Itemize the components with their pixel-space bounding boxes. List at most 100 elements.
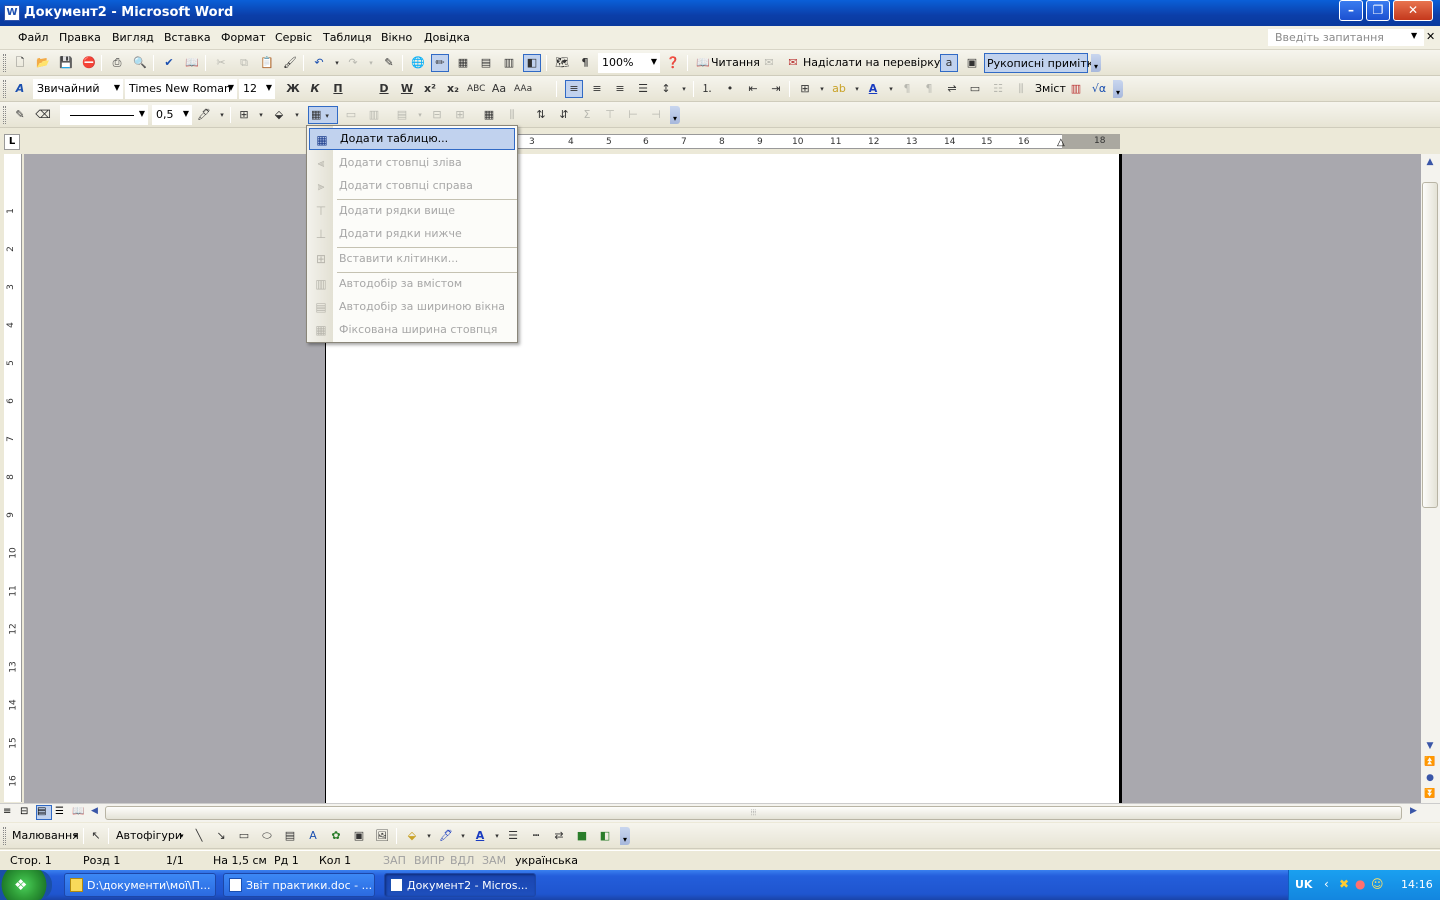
menu-insert-cells[interactable]: ⊞ Вставити клітинки... xyxy=(309,248,515,270)
insert-excel-icon[interactable]: ▤ xyxy=(477,54,495,72)
minimize-button[interactable]: – xyxy=(1339,0,1363,21)
print-layout-icon[interactable]: ▤ xyxy=(36,805,52,820)
right-indent-marker-icon[interactable]: △ xyxy=(1057,137,1065,148)
oval-icon[interactable]: ⬭ xyxy=(258,827,276,845)
taskbar-item-explorer[interactable]: D:\документи\мої\П... xyxy=(64,873,216,897)
align-cell-icon[interactable]: ▤ xyxy=(393,106,411,124)
clock[interactable]: 14:16 xyxy=(1401,878,1433,891)
align-cell-dropdown-icon[interactable]: ▾ xyxy=(411,106,429,124)
sort-desc-icon[interactable]: ⇵ xyxy=(555,106,573,124)
vertical-scroll-thumb[interactable] xyxy=(1422,182,1438,508)
all-caps-icon[interactable]: AAa xyxy=(514,80,532,98)
clipart-icon[interactable]: ▣ xyxy=(350,827,368,845)
menu-help[interactable]: Довідка xyxy=(424,31,470,44)
outline-view-icon[interactable]: ☰ xyxy=(55,806,69,820)
line-spacing-icon[interactable]: ↕ xyxy=(657,80,675,98)
undo-icon[interactable]: ↶ xyxy=(310,54,328,72)
status-rec[interactable]: ЗАП xyxy=(383,854,406,867)
line-color-dropdown-icon[interactable]: ▾ xyxy=(454,827,472,845)
line-style-icon[interactable]: ☰ xyxy=(504,827,522,845)
toolbar-grip[interactable] xyxy=(3,80,6,98)
taskbar-item-document2[interactable]: Документ2 - Micros... xyxy=(384,873,536,897)
picture-icon[interactable]: 🖼 xyxy=(373,827,391,845)
wordart-icon[interactable]: A xyxy=(304,827,322,845)
ltr-icon[interactable]: ¶ xyxy=(898,80,916,98)
borders-icon[interactable]: ⊞ xyxy=(796,80,814,98)
border-color-icon[interactable]: 🖊 xyxy=(195,106,213,124)
toolbar-grip[interactable] xyxy=(3,827,6,845)
menu-table[interactable]: Таблиця xyxy=(323,31,372,44)
eraser-icon[interactable]: ⌫ xyxy=(34,106,52,124)
double-underline-icon[interactable]: D xyxy=(375,80,393,98)
shading-icon[interactable]: ⬙ xyxy=(270,106,288,124)
menu-insert[interactable]: Вставка xyxy=(164,31,211,44)
print-preview-icon[interactable]: 🔍 xyxy=(131,54,149,72)
redo-icon[interactable]: ↷ xyxy=(344,54,362,72)
table-autoformat-icon[interactable]: ▦ xyxy=(480,106,498,124)
show-hidden-icons-icon[interactable]: ‹ xyxy=(1324,877,1329,891)
align-right-icon[interactable]: ≡ xyxy=(611,80,629,98)
insert-table-icon[interactable]: ▦ xyxy=(454,54,472,72)
close-button[interactable]: ✕ xyxy=(1393,0,1433,21)
fill-color-icon[interactable]: ⬙ xyxy=(403,827,421,845)
superscript-icon[interactable]: x² xyxy=(421,80,439,98)
text-wrap-icon[interactable]: ⇌ xyxy=(943,80,961,98)
zoom-combo[interactable]: 100% ▼ xyxy=(598,53,660,73)
text-box-icon[interactable]: ▭ xyxy=(966,80,984,98)
hyperlink-icon[interactable]: 🌐 xyxy=(409,54,427,72)
line-color-icon[interactable]: 🖊 xyxy=(437,827,455,845)
ink-drawing-icon[interactable]: a xyxy=(940,54,958,72)
underline-icon[interactable]: П xyxy=(329,80,347,98)
change-case-icon[interactable]: Aa xyxy=(490,80,508,98)
start-button[interactable]: ❖ xyxy=(0,870,52,900)
menu-insert-rows-below[interactable]: ⊥ Додати рядки нижче xyxy=(309,223,515,245)
font-combo[interactable]: Times New Roman ▼ xyxy=(125,79,237,99)
arrow-icon[interactable]: ↘ xyxy=(212,827,230,845)
style-combo[interactable]: Звичайний ▼ xyxy=(33,79,123,99)
3d-icon[interactable]: ◧ xyxy=(596,827,614,845)
merge-cells-icon[interactable]: ▭ xyxy=(342,106,360,124)
tray-status-icon[interactable]: ● xyxy=(1355,877,1365,891)
horizontal-scrollbar[interactable]: ≡ ⊟ ▤ ☰ 📖 ◀ ⦙⦙⦙ ▶ xyxy=(0,803,1440,822)
menu-view[interactable]: Вигляд xyxy=(112,31,154,44)
ink-annotations-icon[interactable]: ▣ xyxy=(963,54,981,72)
align-left-icon[interactable]: ≡ xyxy=(565,80,583,98)
toolbar-options-chevron[interactable]: ▾ xyxy=(670,106,680,124)
fill-dropdown-icon[interactable]: ▾ xyxy=(420,827,438,845)
autosum-icon[interactable]: Σ xyxy=(578,106,596,124)
sign-icon[interactable]: ✉ xyxy=(760,54,778,72)
toolbar-options-chevron[interactable]: ▾ xyxy=(1091,54,1101,72)
distributed-icon[interactable]: ☷ xyxy=(989,80,1007,98)
close-doc-icon[interactable]: ✕ xyxy=(1426,30,1435,43)
sort-asc-icon[interactable]: ⇅ xyxy=(532,106,550,124)
justify-icon[interactable]: ☰ xyxy=(634,80,652,98)
menu-window[interactable]: Вікно xyxy=(381,31,412,44)
select-browse-object-icon[interactable]: ● xyxy=(1422,770,1438,786)
split-cells-icon[interactable]: ▥ xyxy=(365,106,383,124)
drawing-menu[interactable]: Малювання xyxy=(12,829,79,842)
hide-gridlines-icon[interactable]: ⊤ xyxy=(601,106,619,124)
textbox-icon[interactable]: ▤ xyxy=(281,827,299,845)
document-map-icon[interactable]: 🗺 xyxy=(553,54,571,72)
scroll-left-icon[interactable]: ◀ xyxy=(91,806,98,816)
align-cols-icon[interactable]: ⫼ xyxy=(1012,80,1030,98)
research-icon[interactable]: 📖 xyxy=(183,54,201,72)
tab-selector[interactable]: L xyxy=(4,134,20,150)
redo-dropdown-icon[interactable]: ▾ xyxy=(362,54,380,72)
ask-dropdown-icon[interactable]: ▼ xyxy=(1411,31,1417,40)
paste-icon[interactable]: 📋 xyxy=(258,54,276,72)
help-icon[interactable]: ❓ xyxy=(664,54,682,72)
font-color-icon[interactable]: A xyxy=(864,80,882,98)
distribute-cols-icon[interactable]: ⊞ xyxy=(451,106,469,124)
scroll-right-icon[interactable]: ▶ xyxy=(1410,806,1417,816)
select-objects-icon[interactable]: ↖ xyxy=(87,827,105,845)
send-review-label[interactable]: Надіслати на перевірку... xyxy=(803,56,951,69)
align-center-icon[interactable]: ≡ xyxy=(588,80,606,98)
status-ovr[interactable]: ЗАМ xyxy=(482,854,506,867)
drawing-dropdown-icon[interactable]: ▾ xyxy=(74,832,78,840)
next-page-icon[interactable]: ⏬ xyxy=(1422,786,1438,802)
copy-icon[interactable]: ⧉ xyxy=(235,54,253,72)
scroll-down-icon[interactable]: ▼ xyxy=(1422,738,1438,754)
distribute-rows-icon[interactable]: ⊟ xyxy=(428,106,446,124)
status-trk[interactable]: ВИПР xyxy=(414,854,445,867)
